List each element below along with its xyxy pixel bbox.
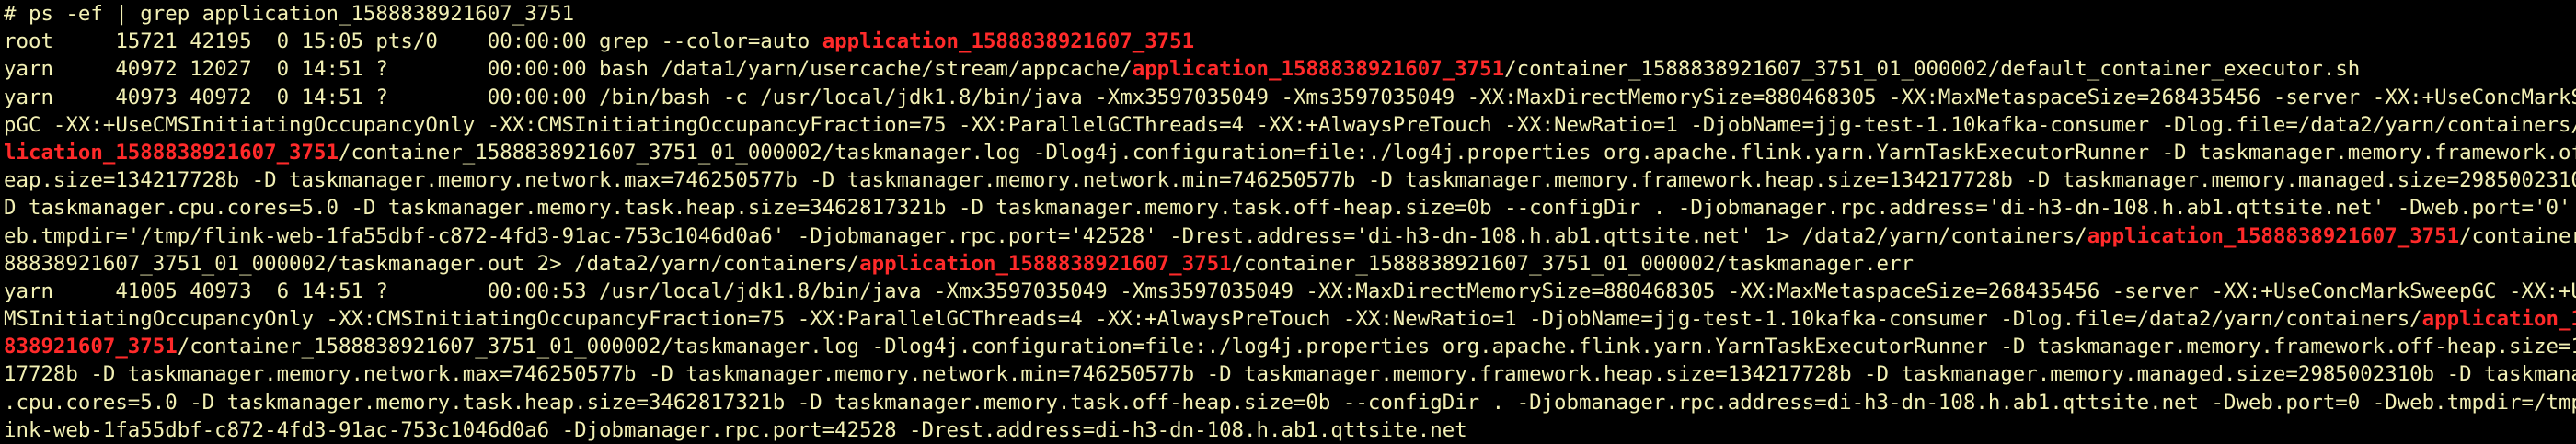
grep-match-highlight: application_1588838921607_3751 [822,29,1195,54]
terminal-output-line: yarn 40973 40972 0 14:51 ? 00:00:00 /bin… [4,84,2576,111]
terminal-output-line: ink-web-1fa55dbf-c872-4fd3-91ac-753c1046… [4,416,2576,444]
grep-match-highlight: 838921607_3751 [4,335,178,359]
terminal-text: eap.size=134217728b -D taskmanager.memor… [4,168,2576,193]
terminal-output-line: D taskmanager.cpu.cores=5.0 -D taskmanag… [4,194,2576,222]
terminal-text: root 15721 42195 0 15:05 pts/0 00:00:00 … [4,29,822,54]
grep-match-highlight: application_1588838921607_3751 [859,251,1232,276]
terminal-output-line: 838921607_3751/container_1588838921607_3… [4,333,2576,360]
terminal-text: yarn 41005 40973 6 14:51 ? 00:00:53 /usr… [4,279,2576,303]
grep-match-highlight: application_1588838921607_3751 [2087,223,2460,248]
terminal-text: ink-web-1fa55dbf-c872-4fd3-91ac-753c1046… [4,417,1467,442]
terminal-text: /container_1588838921607_3751_01_000002/… [338,140,2576,165]
terminal-text: /container_1588838921607_3751_01_000002/… [177,335,2576,359]
grep-match-highlight: application_1588 [2421,307,2576,332]
terminal-text: yarn 40972 12027 0 14:51 ? 00:00:00 bash… [4,57,1133,82]
terminal-text: 17728b -D taskmanager.memory.network.max… [4,362,2576,387]
terminal-text: /container_1588838921607_3751_01_000002/… [1504,57,2361,82]
terminal-output-line: yarn 40972 12027 0 14:51 ? 00:00:00 bash… [4,55,2576,83]
terminal-output-line: 17728b -D taskmanager.memory.network.max… [4,360,2576,388]
terminal-output-line: MSInitiatingOccupancyOnly -XX:CMSInitiat… [4,305,2576,333]
terminal-output-line: pGC -XX:+UseCMSInitiatingOccupancyOnly -… [4,111,2576,139]
terminal-text: /container_15 [2459,223,2576,248]
terminal-text: eb.tmpdir='/tmp/flink-web-1fa55dbf-c872-… [4,223,2087,248]
terminal-text: # ps -ef | grep application_158883892160… [4,2,575,26]
terminal-output-line: eb.tmpdir='/tmp/flink-web-1fa55dbf-c872-… [4,222,2576,250]
terminal-output-line: root 15721 42195 0 15:05 pts/0 00:00:00 … [4,28,2576,55]
terminal-text: D taskmanager.cpu.cores=5.0 -D taskmanag… [4,196,2576,221]
terminal-output-line: eap.size=134217728b -D taskmanager.memor… [4,166,2576,194]
grep-match-highlight: lication_1588838921607_3751 [4,140,339,165]
terminal-text: /container_1588838921607_3751_01_000002/… [1231,251,1914,276]
terminal-command-line: # ps -ef | grep application_158883892160… [4,0,2576,28]
terminal-text: .cpu.cores=5.0 -D taskmanager.memory.tas… [4,390,2576,415]
terminal-output-line: yarn 41005 40973 6 14:51 ? 00:00:53 /usr… [4,278,2576,305]
terminal-output-line: lication_1588838921607_3751/container_15… [4,139,2576,166]
grep-match-highlight: application_1588838921607_3751 [1132,57,1505,82]
terminal-text: yarn 40973 40972 0 14:51 ? 00:00:00 /bin… [4,85,2576,109]
terminal-text: 88838921607_3751_01_000002/taskmanager.o… [4,251,860,276]
terminal-text: pGC -XX:+UseCMSInitiatingOccupancyOnly -… [4,112,2576,137]
terminal-text: MSInitiatingOccupancyOnly -XX:CMSInitiat… [4,307,2422,332]
terminal-output-line: 88838921607_3751_01_000002/taskmanager.o… [4,250,2576,278]
terminal-output-line: .cpu.cores=5.0 -D taskmanager.memory.tas… [4,389,2576,416]
terminal-output[interactable]: # ps -ef | grep application_158883892160… [0,0,2576,443]
